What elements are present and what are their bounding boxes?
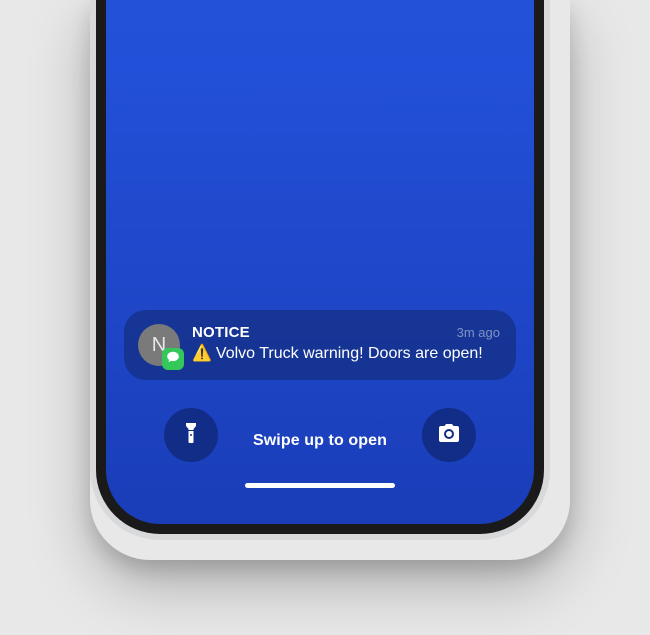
notification-time: 3m ago bbox=[457, 325, 500, 340]
notification-message-text: Volvo Truck warning! Doors are open! bbox=[216, 345, 483, 362]
notification-header: NOTICE 3m ago bbox=[192, 324, 500, 341]
home-indicator[interactable] bbox=[245, 483, 395, 488]
swipe-up-hint: Swipe up to open bbox=[106, 432, 534, 450]
messages-app-badge bbox=[162, 348, 184, 370]
phone-frame: N NOTICE 3m ago ⚠️Volvo Truck warning! bbox=[90, 0, 550, 540]
notification-title: NOTICE bbox=[192, 324, 250, 341]
phone-frame-inner: N NOTICE 3m ago ⚠️Volvo Truck warning! bbox=[96, 0, 544, 534]
notification-message: ⚠️Volvo Truck warning! Doors are open! bbox=[192, 343, 500, 365]
notification-content: NOTICE 3m ago ⚠️Volvo Truck warning! Doo… bbox=[192, 324, 500, 365]
notification-avatar-wrap: N bbox=[138, 324, 180, 366]
warning-icon: ⚠️ bbox=[192, 345, 212, 362]
notification-card[interactable]: N NOTICE 3m ago ⚠️Volvo Truck warning! bbox=[124, 310, 516, 380]
messages-icon bbox=[166, 350, 180, 369]
lock-screen[interactable]: N NOTICE 3m ago ⚠️Volvo Truck warning! bbox=[106, 0, 534, 524]
